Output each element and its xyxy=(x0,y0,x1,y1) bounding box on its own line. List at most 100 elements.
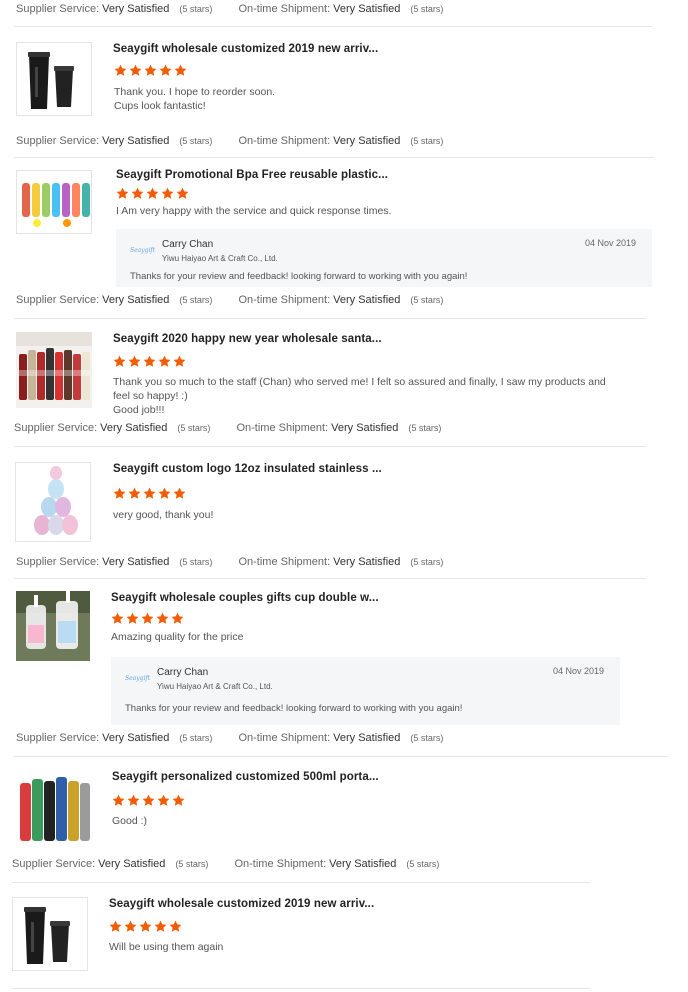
supplier-service-value: Very Satisfied xyxy=(102,732,170,744)
product-title[interactable]: Seaygift 2020 happy new year wholesale s… xyxy=(113,333,382,345)
star-icon xyxy=(113,487,126,499)
product-thumbnail[interactable] xyxy=(16,332,92,408)
supplier-service-value: Very Satisfied xyxy=(102,556,170,568)
seller-logo: Seaygift xyxy=(130,247,156,254)
shipment-stars: (5 stars) xyxy=(406,859,440,869)
supplier-service-label: Supplier Service: xyxy=(12,858,96,870)
divider xyxy=(14,446,646,447)
product-thumbnail[interactable] xyxy=(16,170,92,234)
star-icon xyxy=(144,64,157,76)
star-icon xyxy=(161,187,174,199)
divider xyxy=(14,318,646,319)
star-icon xyxy=(173,487,186,499)
star-icon xyxy=(129,64,142,76)
star-rating xyxy=(113,487,186,501)
supplier-service-label: Supplier Service: xyxy=(14,422,98,434)
review-comment: I Am very happy with the service and qui… xyxy=(116,204,391,218)
product-title[interactable]: Seaygift wholesale customized 2019 new a… xyxy=(109,898,374,910)
supplier-service-value: Very Satisfied xyxy=(102,3,170,15)
star-icon xyxy=(171,612,184,624)
review-comment: Thank you so much to the staff (Chan) wh… xyxy=(113,375,633,417)
couple-cups-image xyxy=(16,591,90,661)
star-icon xyxy=(173,355,186,367)
product-thumbnail[interactable] xyxy=(16,42,92,116)
supplier-service-stars: (5 stars) xyxy=(175,859,209,869)
star-icon xyxy=(158,487,171,499)
product-title[interactable]: Seaygift Promotional Bpa Free reusable p… xyxy=(116,169,388,181)
star-rating xyxy=(111,612,184,626)
reply-date: 04 Nov 2019 xyxy=(584,238,636,248)
review-comment: Amazing quality for the price xyxy=(111,630,243,644)
supplier-service-stars: (5 stars) xyxy=(179,733,213,743)
supplier-service-stars: (5 stars) xyxy=(179,4,213,14)
supplier-service-label: Supplier Service: xyxy=(16,3,100,15)
comment-line: Good job!!! xyxy=(113,404,165,416)
star-icon xyxy=(158,355,171,367)
star-icon xyxy=(156,612,169,624)
product-title[interactable]: Seaygift wholesale couples gifts cup dou… xyxy=(111,592,379,604)
star-icon xyxy=(157,794,170,806)
star-rating xyxy=(112,794,185,808)
review-comment: very good, thank you! xyxy=(113,508,213,522)
star-icon xyxy=(126,612,139,624)
divider xyxy=(14,157,654,158)
shipment-value: Very Satisfied xyxy=(333,556,401,568)
product-thumbnail[interactable] xyxy=(16,591,90,661)
star-icon xyxy=(109,920,122,932)
bottle-lineup-image xyxy=(16,332,92,408)
comment-line: Cups look fantastic! xyxy=(114,100,206,112)
review-comment: Thank you. I hope to reorder soon. Cups … xyxy=(114,85,275,113)
star-icon xyxy=(124,920,137,932)
comment-line: Thank you. I hope to reorder soon. xyxy=(114,86,276,98)
product-thumbnail[interactable] xyxy=(16,771,92,847)
star-icon xyxy=(172,794,185,806)
shipment-label: On-time Shipment: xyxy=(238,135,331,147)
divider xyxy=(12,882,590,883)
seller-logo: Seaygift xyxy=(125,675,151,682)
colorful-bottles-image xyxy=(17,171,91,233)
supplier-service-value: Very Satisfied xyxy=(102,135,170,147)
star-icon xyxy=(112,794,125,806)
shipment-value: Very Satisfied xyxy=(331,422,399,434)
star-icon xyxy=(159,64,172,76)
seller-reply: Seaygift Carry Chan Yiwu Haiyao Art & Cr… xyxy=(111,657,620,725)
shipment-value: Very Satisfied xyxy=(333,732,401,744)
star-icon xyxy=(143,487,156,499)
reviews-page: Supplier Service: Very Satisfied (5 star… xyxy=(0,0,688,992)
rating-summary: Supplier Service: Very Satisfied (5 star… xyxy=(16,132,443,150)
star-rating xyxy=(109,920,182,934)
vacuum-bottles-image xyxy=(16,771,92,847)
product-title[interactable]: Seaygift wholesale customized 2019 new a… xyxy=(113,43,378,55)
reply-message: Thanks for your review and feedback! loo… xyxy=(125,703,463,714)
star-icon xyxy=(174,64,187,76)
supplier-service-stars: (5 stars) xyxy=(179,557,213,567)
review-comment: Good :) xyxy=(112,814,147,828)
rating-summary: Supplier Service: Very Satisfied (5 star… xyxy=(12,855,439,873)
star-icon xyxy=(131,187,144,199)
shipment-label: On-time Shipment: xyxy=(238,294,331,306)
supplier-service-label: Supplier Service: xyxy=(16,294,100,306)
shipment-stars: (5 stars) xyxy=(410,136,444,146)
seller-name: Carry Chan xyxy=(157,667,209,678)
divider xyxy=(14,26,652,27)
product-thumbnail[interactable] xyxy=(15,462,91,542)
divider xyxy=(14,578,646,579)
product-title[interactable]: Seaygift personalized customized 500ml p… xyxy=(112,771,379,783)
shipment-label: On-time Shipment: xyxy=(238,732,331,744)
supplier-service-value: Very Satisfied xyxy=(102,294,170,306)
rating-summary: Supplier Service: Very Satisfied (5 star… xyxy=(16,729,443,747)
rating-summary: Supplier Service: Very Satisfied (5 star… xyxy=(16,553,443,571)
star-icon xyxy=(142,794,155,806)
seller-name: Carry Chan xyxy=(162,239,214,250)
supplier-service-label: Supplier Service: xyxy=(16,732,100,744)
product-thumbnail[interactable] xyxy=(12,897,88,971)
comment-line: very good, thank you! xyxy=(113,509,214,521)
product-title[interactable]: Seaygift custom logo 12oz insulated stai… xyxy=(113,463,382,475)
star-icon xyxy=(116,187,129,199)
shipment-stars: (5 stars) xyxy=(410,557,444,567)
shipment-stars: (5 stars) xyxy=(410,4,444,14)
rating-summary: Supplier Service: Very Satisfied (5 star… xyxy=(14,419,441,437)
divider xyxy=(12,988,590,989)
shipment-label: On-time Shipment: xyxy=(234,858,327,870)
star-icon xyxy=(139,920,152,932)
